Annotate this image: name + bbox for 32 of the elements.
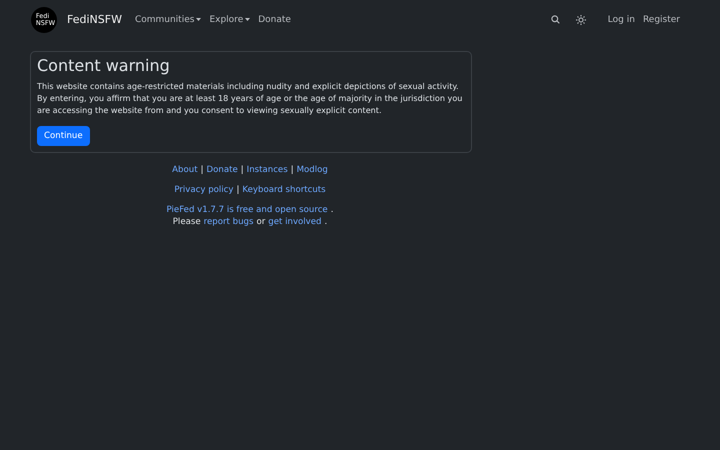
- footer-link[interactable]: Donate: [206, 164, 238, 176]
- footer-text: or: [256, 216, 266, 228]
- card-title: Content warning: [37, 56, 171, 75]
- footer-text: Please: [172, 216, 201, 228]
- continue-button[interactable]: Continue: [37, 126, 90, 146]
- footer-text: .: [330, 204, 334, 216]
- separator: |: [290, 164, 294, 176]
- footer-link[interactable]: Privacy policy: [174, 184, 234, 196]
- footer-link[interactable]: report bugs: [204, 216, 254, 228]
- nav-link[interactable]: Explore: [209, 14, 250, 24]
- warning-text: This website contains age-restricted materials including nudity and explicit depictions of sexual activity. By entering, you affirm that you are at least 18 years of age or the age of majority in the jurisdiction you are accessing the website from and you consent to viewing sexually explicit content.: [37, 80, 464, 116]
- footer-link[interactable]: Modlog: [296, 164, 328, 176]
- theme-toggle-button[interactable]: [574, 12, 588, 26]
- nav-link[interactable]: Donate: [258, 14, 291, 24]
- caret-icon: [245, 18, 250, 22]
- separator: |: [236, 184, 240, 196]
- footer-link[interactable]: PieFed v1.7.7 is free and open source: [166, 204, 328, 216]
- footer-link[interactable]: get involved: [268, 216, 322, 228]
- nav-link[interactable]: Register: [642, 14, 680, 24]
- search-icon: [550, 15, 560, 24]
- footer-text: .: [324, 216, 328, 228]
- nav-link[interactable]: Communities: [134, 14, 202, 24]
- separator: |: [200, 164, 204, 176]
- brand-link[interactable]: FediNSFW: [67, 13, 122, 26]
- caret-icon: [196, 18, 202, 22]
- nav-link[interactable]: Log in: [608, 14, 635, 24]
- footer-link[interactable]: About: [172, 164, 198, 176]
- separator: |: [240, 164, 244, 176]
- sun-icon: [576, 14, 586, 24]
- search-button[interactable]: [548, 13, 562, 26]
- footer-link[interactable]: Instances: [246, 164, 288, 176]
- footer-link[interactable]: Keyboard shortcuts: [242, 184, 326, 196]
